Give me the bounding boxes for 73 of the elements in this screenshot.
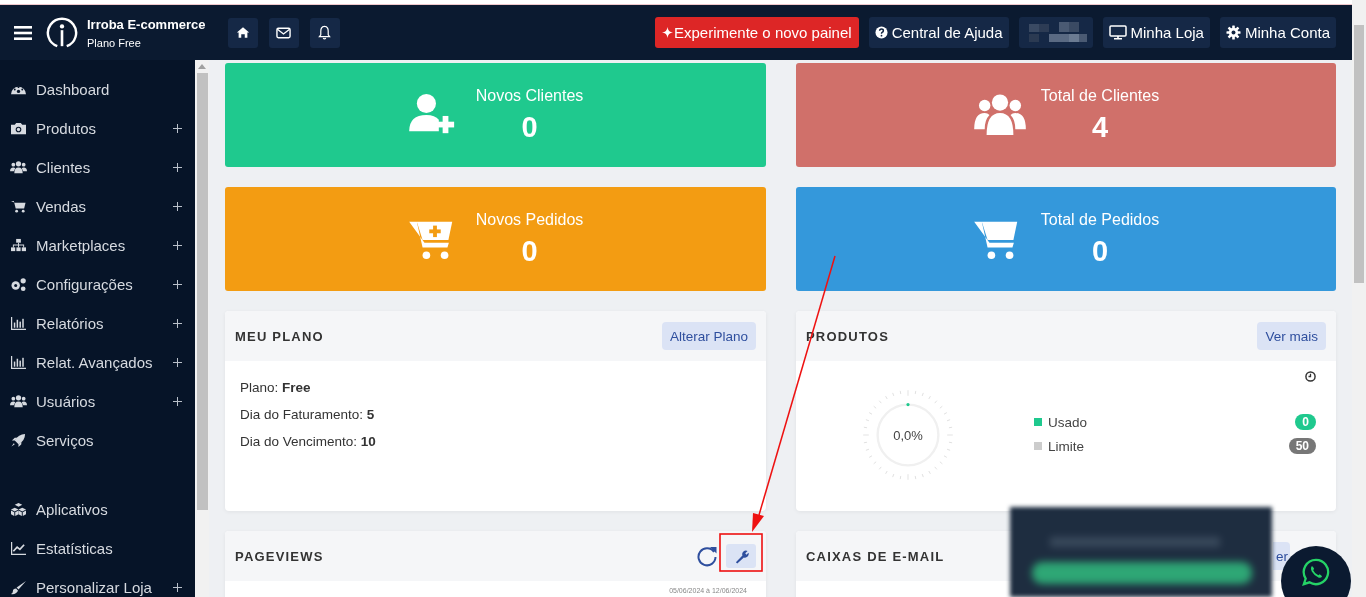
chart-icon bbox=[10, 316, 27, 331]
rocket-icon bbox=[10, 433, 27, 448]
stat-value: 4 bbox=[1091, 110, 1109, 144]
users-icon bbox=[10, 394, 27, 409]
bell-icon bbox=[318, 25, 331, 40]
count-badge: 50 bbox=[1288, 438, 1316, 454]
plan-name: Plano Free bbox=[87, 36, 142, 49]
menu-icon[interactable] bbox=[14, 25, 32, 40]
home-button[interactable] bbox=[227, 17, 258, 48]
chart-icon bbox=[10, 355, 27, 370]
cart-icon bbox=[10, 199, 27, 214]
stat-value: 0 bbox=[521, 234, 538, 268]
refresh-icon[interactable] bbox=[696, 545, 718, 567]
cubes-icon bbox=[10, 502, 27, 517]
stat-title: Novos Pedidos bbox=[475, 210, 584, 229]
help-icon bbox=[874, 26, 888, 39]
panel-title: PAGEVIEWS bbox=[235, 548, 324, 564]
stat-value: 0 bbox=[521, 110, 538, 144]
sitemap-icon bbox=[10, 238, 27, 253]
settings-button[interactable] bbox=[726, 544, 756, 568]
legend-label: Limite bbox=[1048, 438, 1085, 454]
see-more-button[interactable]: Ver mais bbox=[1257, 322, 1326, 350]
see-more-button[interactable]: er bbox=[1273, 542, 1290, 570]
users-icon bbox=[972, 93, 1027, 137]
brush-icon bbox=[10, 580, 27, 595]
logo-icon bbox=[46, 16, 78, 49]
plan-detail: Dia do Faturamento: 5 bbox=[240, 407, 376, 422]
my-account-button[interactable]: Minha Conta bbox=[1219, 17, 1336, 48]
sidebar-item[interactable]: Dashboard bbox=[0, 70, 195, 109]
wrench-icon bbox=[733, 548, 749, 564]
sidebar-item[interactable]: Serviços bbox=[0, 421, 195, 460]
sidebar-item[interactable]: Relatórios bbox=[0, 304, 195, 343]
sidebar-item[interactable]: Produtos bbox=[0, 109, 195, 148]
camera-icon bbox=[10, 121, 27, 136]
legend-label: Usado bbox=[1048, 414, 1089, 430]
sidebar-item[interactable]: Personalizar Loja bbox=[0, 568, 195, 597]
sidebar-item[interactable]: Configurações bbox=[0, 265, 195, 304]
settings-icon bbox=[1225, 25, 1241, 40]
plan-detail: Plano: Free bbox=[240, 380, 312, 395]
sidebar-item[interactable]: Marketplaces bbox=[0, 226, 195, 265]
stat-value: 0 bbox=[1091, 234, 1109, 268]
stat-title: Novos Clientes bbox=[475, 86, 584, 105]
users-icon bbox=[10, 160, 27, 175]
help-center-button[interactable]: Central de Ajuda bbox=[868, 17, 1009, 48]
sidebar-item[interactable]: Aplicativos bbox=[0, 490, 195, 529]
sidebar-item[interactable]: Vendas bbox=[0, 187, 195, 226]
clock-icon[interactable] bbox=[1305, 371, 1316, 382]
try-new-panel-button[interactable]: Experimente o novo painel bbox=[655, 17, 859, 48]
line-icon bbox=[10, 541, 27, 556]
monitor-icon bbox=[1108, 25, 1127, 40]
stat-title: Total de Clientes bbox=[1040, 86, 1160, 105]
sidebar-item[interactable]: Estatísticas bbox=[0, 529, 195, 568]
notifications-button[interactable] bbox=[309, 17, 340, 48]
stat-title: Total de Pedidos bbox=[1040, 210, 1160, 229]
sidebar-item[interactable]: Usuários bbox=[0, 382, 195, 421]
brand-name: Irroba E-commerce bbox=[87, 16, 206, 32]
highlight-frame bbox=[719, 533, 763, 572]
sidebar-item[interactable]: Clientes bbox=[0, 148, 195, 187]
my-store-button[interactable]: Minha Loja bbox=[1102, 17, 1210, 48]
mail-button[interactable] bbox=[268, 17, 299, 48]
chat-phone-icon bbox=[1301, 557, 1331, 587]
gears-icon bbox=[10, 277, 27, 292]
count-badge: 0 bbox=[1295, 414, 1316, 430]
sidebar-item[interactable]: Relat. Avançados bbox=[0, 343, 195, 382]
plan-detail: Dia do Vencimento: 10 bbox=[240, 434, 377, 449]
home-icon bbox=[235, 26, 250, 39]
pixelated-button[interactable] bbox=[1018, 17, 1093, 48]
panel-title: MEU PLANO bbox=[235, 328, 324, 344]
gauge-reading: 0,0% bbox=[893, 427, 923, 443]
change-plan-button[interactable]: Alterar Plano bbox=[661, 322, 756, 350]
mail-icon bbox=[276, 26, 291, 39]
panel-title: CAIXAS DE E-MAIL bbox=[806, 548, 945, 564]
sparkle-icon bbox=[662, 27, 673, 38]
